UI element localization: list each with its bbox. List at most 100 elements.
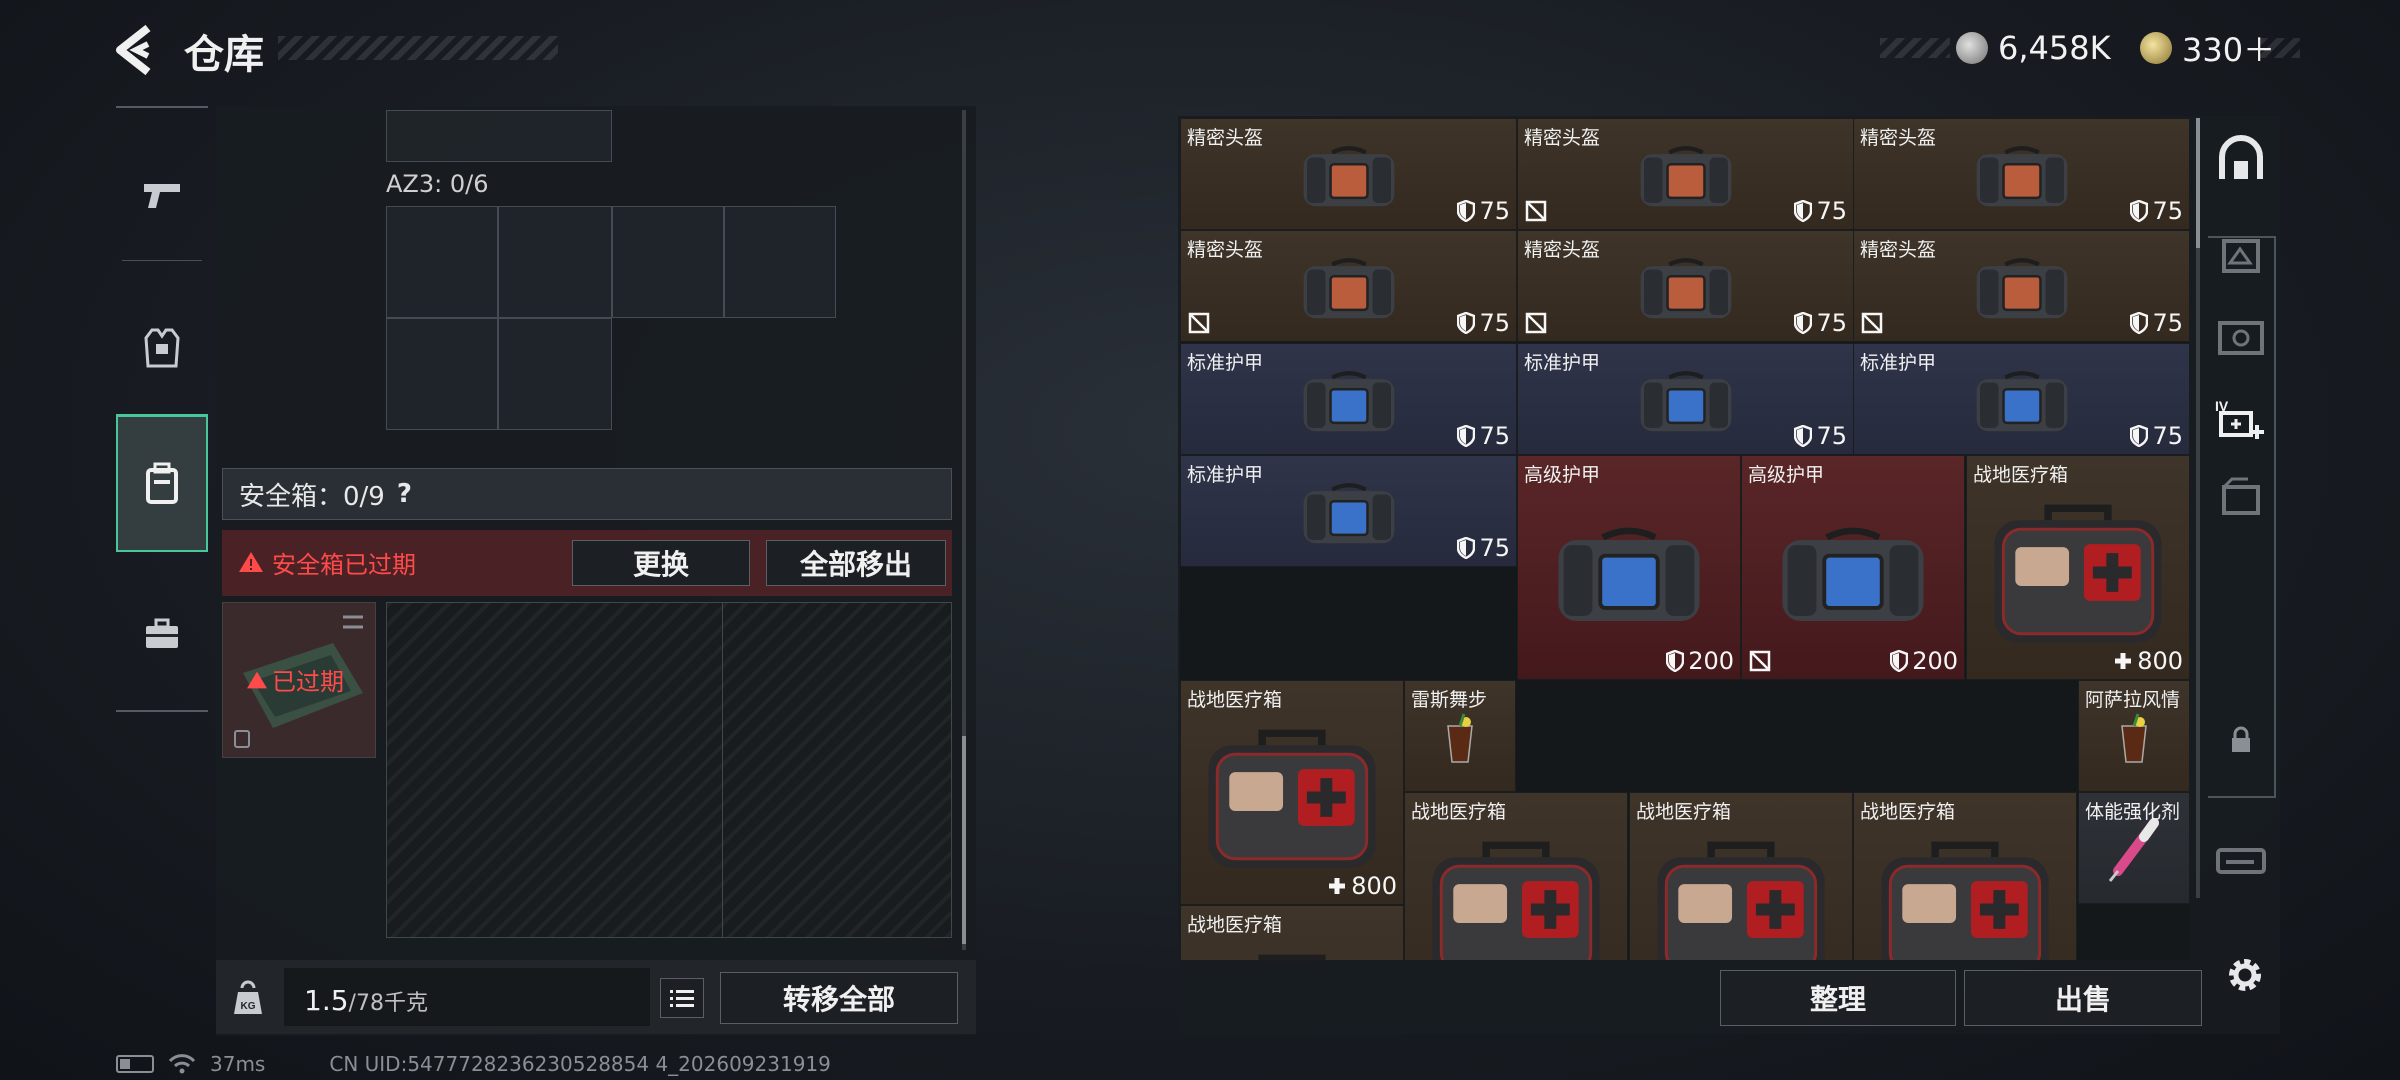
category-armor[interactable] <box>116 300 208 396</box>
helmet-case-image <box>1303 146 1394 207</box>
item-value: 75 <box>1457 534 1510 562</box>
no-insure-flag <box>1860 311 1884 335</box>
medkit-image <box>1208 729 1376 869</box>
category-weapons[interactable] <box>116 148 208 244</box>
slot-grid-prev[interactable] <box>386 110 612 162</box>
scrollbar-thumb[interactable] <box>962 736 966 944</box>
storage-tab-gun-case[interactable] <box>2208 820 2274 900</box>
storage-item[interactable]: 精密头盔 75 <box>1853 230 2190 342</box>
item-name: 雷斯舞步 <box>1411 689 1488 711</box>
drink-image <box>2121 713 2147 764</box>
category-rail <box>116 106 208 712</box>
ping-text: 37ms <box>210 1052 266 1076</box>
tidy-button[interactable]: 整理 <box>1720 970 1956 1026</box>
no-insure-flag <box>1524 311 1548 335</box>
storage-item[interactable]: 标准护甲 75 <box>1180 343 1517 455</box>
item-name: 标准护甲 <box>1860 352 1937 374</box>
settings-button[interactable] <box>2222 952 2268 998</box>
storage-item[interactable]: 高级护甲 200 <box>1517 455 1741 680</box>
storage-item[interactable]: 战地医疗箱800 <box>1966 455 2190 680</box>
item-image <box>1551 509 1708 643</box>
storage-item[interactable]: 战地医疗箱800 <box>1404 792 1628 960</box>
az3-slot[interactable] <box>612 206 724 318</box>
remove-all-button[interactable]: 全部移出 <box>766 540 946 586</box>
item-image <box>1440 710 1480 770</box>
storage-item[interactable]: 战地医疗箱800 <box>1629 792 1853 960</box>
medkit-image <box>1994 504 2162 644</box>
item-image <box>1254 255 1444 326</box>
storage-item[interactable]: 战地医疗箱800 <box>1180 680 1404 905</box>
item-name: 标准护甲 <box>1524 352 1601 374</box>
back-button[interactable] <box>112 22 160 78</box>
no-insure-icon <box>1188 312 1210 334</box>
az3-slot[interactable] <box>498 318 612 430</box>
storage-item[interactable]: 精密头盔 75 <box>1853 118 2190 230</box>
item-name: 精密头盔 <box>1524 239 1601 261</box>
az3-slot[interactable] <box>724 206 836 318</box>
storage-tab-expand[interactable]: IV <box>2208 380 2274 460</box>
category-containers[interactable] <box>116 414 208 552</box>
storage-item[interactable]: 标准护甲 75 <box>1180 455 1517 567</box>
storage-tab-safe[interactable] <box>2208 298 2274 378</box>
storage-item[interactable]: 战地医疗箱 <box>1180 905 1404 960</box>
item-image <box>1927 143 2117 214</box>
sell-button[interactable]: 出售 <box>1964 970 2202 1026</box>
item-value: 75 <box>2130 309 2183 337</box>
currency-secondary[interactable]: 330＋ <box>2140 28 2275 69</box>
list-view-button[interactable] <box>660 978 704 1018</box>
item-image <box>1426 836 1605 960</box>
durability-icon <box>1457 200 1476 222</box>
storage-item[interactable]: 标准护甲 75 <box>1517 343 1854 455</box>
warning-icon <box>239 552 263 572</box>
item-image <box>1775 509 1932 643</box>
warning-icon <box>247 671 267 688</box>
wifi-icon <box>168 1054 196 1074</box>
gun-case-icon <box>2216 848 2266 874</box>
storage-tab-home[interactable] <box>2208 120 2274 200</box>
armor-case-large-image <box>1782 528 1924 622</box>
rail-divider <box>122 260 202 261</box>
storage-item[interactable]: 阿萨拉风情 <box>2078 680 2190 792</box>
category-tools[interactable] <box>116 586 208 682</box>
storage-item[interactable]: 精密头盔 75 <box>1517 118 1854 230</box>
item-name: 阿萨拉风情 <box>2085 689 2181 711</box>
az3-slot[interactable] <box>386 318 498 430</box>
storage-tab-locker[interactable] <box>2208 458 2274 538</box>
storage-tab-locked[interactable] <box>2208 700 2274 780</box>
syringe-image <box>2108 818 2159 883</box>
storage-item[interactable]: 精密头盔 75 <box>1517 230 1854 342</box>
help-icon[interactable]: ? <box>397 479 412 509</box>
safe-box-grid[interactable] <box>386 602 952 938</box>
az3-slot[interactable] <box>386 206 498 318</box>
transfer-all-button[interactable]: 转移全部 <box>720 972 958 1024</box>
storage-item[interactable]: 雷斯舞步 <box>1404 680 1516 792</box>
vest-icon <box>144 328 180 368</box>
item-value: 75 <box>1457 309 1510 337</box>
storage-home-icon <box>2219 135 2263 179</box>
item-value: 200 <box>1890 647 1958 675</box>
expired-warning: 安全箱已过期 <box>238 544 416 580</box>
durability-icon <box>2130 200 2149 222</box>
item-name: 精密头盔 <box>1860 239 1937 261</box>
storage-grid[interactable]: 精密头盔 75 精密头盔 75 精密头盔 75 精密头盔 75 精密头盔 75 … <box>1180 118 2190 960</box>
storage-item[interactable]: 战地医疗箱800 <box>1853 792 2077 960</box>
storage-item[interactable]: 精密头盔 75 <box>1180 118 1517 230</box>
armor-case-image <box>1303 483 1394 544</box>
storage-item[interactable]: 标准护甲 75 <box>1853 343 2190 455</box>
no-insure-flag <box>1748 649 1772 673</box>
durability-icon <box>1794 312 1813 334</box>
scrollbar-thumb[interactable] <box>2196 118 2200 248</box>
az3-slot[interactable] <box>498 206 612 318</box>
item-image <box>1927 368 2117 439</box>
armor-case-large-image <box>1558 528 1700 622</box>
storage-item[interactable]: 体能强化剂 <box>2078 792 2190 904</box>
triangle-coin-icon <box>2140 32 2172 64</box>
storage-item[interactable]: 高级护甲 200 <box>1741 455 1965 680</box>
storage-item[interactable]: 精密头盔 75 <box>1180 230 1517 342</box>
replace-button[interactable]: 更换 <box>572 540 750 586</box>
storage-tab-crate[interactable] <box>2208 216 2274 296</box>
safe-box-expired-label: 已过期 <box>246 662 344 697</box>
item-image <box>1254 480 1444 551</box>
item-name: 精密头盔 <box>1524 127 1601 149</box>
item-name: 战地医疗箱 <box>1860 801 1956 823</box>
